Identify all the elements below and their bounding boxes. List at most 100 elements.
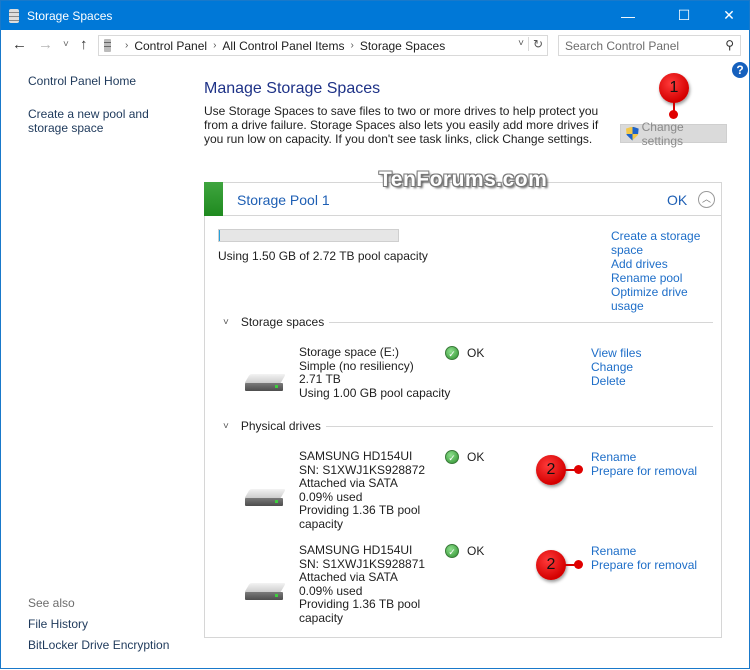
- drive-model: SAMSUNG HD154UI: [299, 450, 425, 464]
- up-arrow-icon[interactable]: ↑: [80, 36, 88, 53]
- storage-space-usage: Using 1.00 GB pool capacity: [299, 387, 450, 401]
- pool-name: Storage Pool 1: [237, 192, 330, 208]
- create-storage-space-link[interactable]: Create a storage space: [611, 229, 711, 257]
- drive-connection: Attached via SATA: [299, 571, 425, 585]
- see-also-bitlocker[interactable]: BitLocker Drive Encryption: [28, 638, 169, 652]
- rename-drive-link[interactable]: Rename: [591, 544, 697, 558]
- minimize-button[interactable]: —: [605, 1, 651, 30]
- annotation-dot: [669, 110, 678, 119]
- control-panel-icon: [104, 39, 111, 52]
- breadcrumb-storage-spaces[interactable]: Storage Spaces: [360, 39, 445, 53]
- sidebar: Control Panel Home Create a new pool and…: [1, 61, 196, 670]
- recent-locations-icon[interactable]: ˅: [63, 39, 69, 50]
- see-also-file-history[interactable]: File History: [28, 617, 88, 631]
- breadcrumb-separator-icon: ›: [213, 40, 216, 51]
- storage-spaces-label: Storage spaces: [241, 315, 324, 329]
- physical-drive-info: SAMSUNG HD154UI SN: S1XWJ1KS928872 Attac…: [299, 450, 425, 532]
- physical-drive-icon: [245, 583, 285, 601]
- storage-space-name: Storage space (E:): [299, 346, 450, 360]
- see-also-heading: See also: [28, 596, 75, 610]
- sidebar-link-control-panel-home[interactable]: Control Panel Home: [28, 74, 136, 88]
- pool-status: OK: [667, 192, 687, 208]
- drive-used: 0.09% used: [299, 585, 425, 599]
- search-icon[interactable]: ⚲: [725, 38, 734, 52]
- annotation-badge-1: 1: [659, 73, 689, 103]
- physical-drives-section-header[interactable]: ˅ Physical drives: [223, 419, 713, 433]
- drive-serial: SN: S1XWJ1KS928872: [299, 464, 425, 478]
- annotation-badge-2: 2: [536, 550, 566, 580]
- storage-space-status-text: OK: [467, 346, 484, 360]
- uac-shield-icon: [626, 127, 639, 141]
- breadcrumb-separator-icon: ›: [125, 40, 128, 51]
- change-link[interactable]: Change: [591, 360, 641, 374]
- drive-providing: Providing 1.36 TB pool: [299, 504, 425, 518]
- storage-space-size: 2.71 TB: [299, 373, 450, 387]
- breadcrumb-all-items[interactable]: All Control Panel Items: [222, 39, 344, 53]
- delete-link[interactable]: Delete: [591, 374, 641, 388]
- breadcrumb-separator-icon: ›: [350, 40, 353, 51]
- address-bar[interactable]: › Control Panel › All Control Panel Item…: [98, 35, 548, 56]
- drive-used: 0.09% used: [299, 491, 425, 505]
- optimize-drive-usage-link[interactable]: Optimize drive usage: [611, 285, 711, 313]
- chevron-down-icon[interactable]: ˅: [223, 317, 229, 328]
- refresh-icon[interactable]: ↻: [528, 37, 543, 51]
- ok-check-icon: ✓: [445, 450, 459, 464]
- storage-spaces-window: Storage Spaces — ☐ ✕ ← → ˅ ↑ › Control P…: [0, 0, 750, 669]
- pool-capacity-text: Using 1.50 GB of 2.72 TB pool capacity: [218, 249, 428, 263]
- change-settings-label: Change settings: [642, 120, 726, 148]
- rename-pool-link[interactable]: Rename pool: [611, 271, 711, 285]
- maximize-button[interactable]: ☐: [661, 1, 707, 30]
- storage-spaces-section-header[interactable]: ˅ Storage spaces: [223, 315, 713, 329]
- add-drives-link[interactable]: Add drives: [611, 257, 711, 271]
- drive-status: ✓ OK: [445, 544, 484, 558]
- search-input[interactable]: Search Control Panel ⚲: [558, 35, 741, 56]
- ok-check-icon: ✓: [445, 346, 459, 360]
- storage-pool-panel: Storage Pool 1 OK ︿ Using 1.50 GB of 2.7…: [204, 182, 722, 638]
- chevron-down-icon[interactable]: ˅: [223, 421, 229, 432]
- navigation-bar: ← → ˅ ↑ › Control Panel › All Control Pa…: [1, 30, 749, 60]
- forward-arrow-icon[interactable]: →: [38, 36, 53, 53]
- physical-drives-label: Physical drives: [241, 419, 321, 433]
- storage-space-drive-icon: [245, 374, 285, 392]
- drive-providing-cont: capacity: [299, 612, 425, 626]
- breadcrumb-control-panel[interactable]: Control Panel: [134, 39, 207, 53]
- prepare-for-removal-link[interactable]: Prepare for removal: [591, 558, 697, 572]
- window-title: Storage Spaces: [27, 9, 112, 23]
- physical-drive-info: SAMSUNG HD154UI SN: S1XWJ1KS928871 Attac…: [299, 544, 425, 626]
- drive-serial: SN: S1XWJ1KS928871: [299, 558, 425, 572]
- address-dropdown-icon[interactable]: ˅: [518, 38, 524, 49]
- drive-status: ✓ OK: [445, 450, 484, 464]
- storage-space-resiliency: Simple (no resiliency): [299, 360, 450, 374]
- back-arrow-icon[interactable]: ←: [12, 36, 27, 53]
- sidebar-link-create-pool[interactable]: Create a new pool and storage space: [28, 107, 188, 135]
- storage-spaces-app-icon: [9, 9, 19, 23]
- collapse-pool-icon[interactable]: ︿: [698, 191, 715, 208]
- section-divider: [329, 322, 713, 323]
- view-files-link[interactable]: View files: [591, 346, 641, 360]
- annotation-dot: [574, 560, 583, 569]
- search-placeholder: Search Control Panel: [565, 39, 679, 53]
- pool-capacity-bar: [218, 229, 399, 242]
- drive-connection: Attached via SATA: [299, 477, 425, 491]
- help-icon[interactable]: ?: [732, 62, 748, 78]
- drive-actions: Rename Prepare for removal: [591, 544, 697, 572]
- drive-providing: Providing 1.36 TB pool: [299, 598, 425, 612]
- pool-actions: Create a storage space Add drives Rename…: [611, 229, 711, 313]
- title-bar: Storage Spaces — ☐ ✕: [1, 1, 749, 30]
- physical-drive-icon: [245, 489, 285, 507]
- drive-actions: Rename Prepare for removal: [591, 450, 697, 478]
- rename-drive-link[interactable]: Rename: [591, 450, 697, 464]
- close-button[interactable]: ✕: [706, 1, 750, 30]
- drive-status-text: OK: [467, 544, 484, 558]
- section-divider: [326, 426, 713, 427]
- drive-providing-cont: capacity: [299, 518, 425, 532]
- watermark: TenForums.com: [379, 168, 547, 192]
- drive-status-text: OK: [467, 450, 484, 464]
- drive-model: SAMSUNG HD154UI: [299, 544, 425, 558]
- storage-space-actions: View files Change Delete: [591, 346, 641, 388]
- ok-check-icon: ✓: [445, 544, 459, 558]
- prepare-for-removal-link[interactable]: Prepare for removal: [591, 464, 697, 478]
- annotation-badge-2: 2: [536, 455, 566, 485]
- change-settings-button[interactable]: Change settings: [620, 124, 727, 143]
- annotation-dot: [574, 465, 583, 474]
